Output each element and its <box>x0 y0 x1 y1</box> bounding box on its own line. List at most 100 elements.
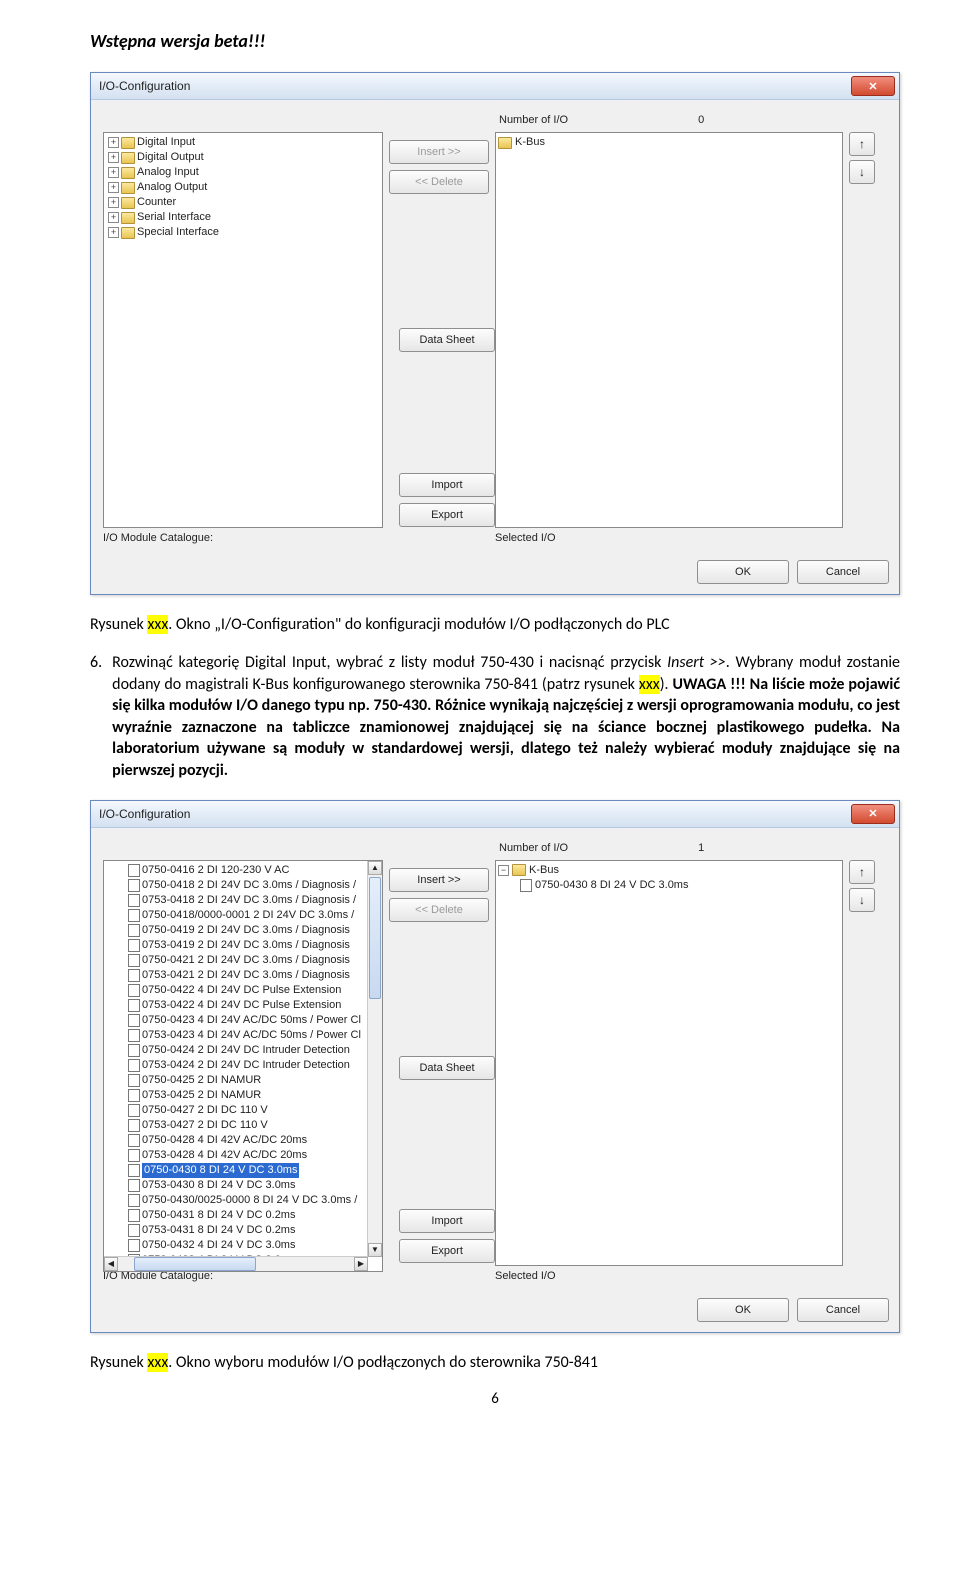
scroll-right-icon[interactable]: ▶ <box>354 1257 368 1271</box>
tree-item-label: 0753-0428 4 DI 42V AC/DC 20ms <box>142 1148 307 1163</box>
sel-tree-item[interactable]: 0750-0430 8 DI 24 V DC 3.0ms <box>498 878 840 893</box>
ok-button[interactable]: OK <box>697 560 789 584</box>
move-up-button[interactable]: ↑ <box>849 860 875 884</box>
tree-item[interactable]: 0750-0418 2 DI 24V DC 3.0ms / Diagnosis … <box>106 878 382 893</box>
tree-item[interactable]: 0750-0430 8 DI 24 V DC 3.0ms <box>106 1163 382 1178</box>
tree-item[interactable]: 0753-0422 4 DI 24V DC Pulse Extension <box>106 998 382 1013</box>
tree-item[interactable]: 0750-0421 2 DI 24V DC 3.0ms / Diagnosis <box>106 953 382 968</box>
sel-tree-item[interactable]: K-Bus <box>498 135 840 150</box>
tree-item[interactable]: 0750-0418/0000-0001 2 DI 24V DC 3.0ms / <box>106 908 382 923</box>
import-button[interactable]: Import <box>399 1209 495 1233</box>
tree-item[interactable]: 0750-0425 2 DI NAMUR <box>106 1073 382 1088</box>
tree-item[interactable]: 0753-0421 2 DI 24V DC 3.0ms / Diagnosis <box>106 968 382 983</box>
cancel-button[interactable]: Cancel <box>797 1298 889 1322</box>
expand-icon[interactable]: + <box>108 152 119 163</box>
expand-icon[interactable]: + <box>108 212 119 223</box>
catalogue-tree[interactable]: 0750-0416 2 DI 120-230 V AC0750-0418 2 D… <box>103 860 383 1272</box>
tree-item-label: 0750-0430/0025-0000 8 DI 24 V DC 3.0ms / <box>142 1193 357 1208</box>
document-icon <box>128 1224 140 1237</box>
folder-icon <box>121 227 135 239</box>
close-button[interactable]: ✕ <box>851 76 895 96</box>
tree-item[interactable]: 0753-0418 2 DI 24V DC 3.0ms / Diagnosis … <box>106 893 382 908</box>
move-down-button[interactable]: ↓ <box>849 160 875 184</box>
tree-item[interactable]: 0750-0424 2 DI 24V DC Intruder Detection <box>106 1043 382 1058</box>
tree-item[interactable]: 0753-0428 4 DI 42V AC/DC 20ms <box>106 1148 382 1163</box>
tree-item[interactable]: +Serial Interface <box>106 210 382 225</box>
tree-item-label: 0750-0423 4 DI 24V AC/DC 50ms / Power Cl <box>142 1013 361 1028</box>
tree-item[interactable]: 0753-0427 2 DI DC 110 V <box>106 1118 382 1133</box>
tree-item[interactable]: 0750-0419 2 DI 24V DC 3.0ms / Diagnosis <box>106 923 382 938</box>
tree-item[interactable]: + Digital Output <box>106 150 382 165</box>
document-icon <box>128 1059 140 1072</box>
tree-item-label: 0750-0425 2 DI NAMUR <box>142 1073 261 1088</box>
close-icon: ✕ <box>868 80 877 93</box>
tree-item[interactable]: 0750-0432 4 DI 24 V DC 3.0ms <box>106 1238 382 1253</box>
scroll-up-icon[interactable]: ▲ <box>368 861 382 875</box>
document-icon <box>128 879 140 892</box>
tree-item-label: 0753-0418 2 DI 24V DC 3.0ms / Diagnosis … <box>142 893 356 908</box>
scroll-thumb[interactable] <box>369 877 381 999</box>
tree-item[interactable]: 0753-0419 2 DI 24V DC 3.0ms / Diagnosis <box>106 938 382 953</box>
expand-icon[interactable]: + <box>108 182 119 193</box>
tree-item[interactable]: +Digital Input <box>106 135 382 150</box>
tree-item[interactable]: 0750-0416 2 DI 120-230 V AC <box>106 863 382 878</box>
tree-item[interactable]: + Analog Input <box>106 165 382 180</box>
tree-item-label: Digital Output <box>137 150 204 165</box>
tree-item[interactable]: 0750-0423 4 DI 24V AC/DC 50ms / Power Cl <box>106 1013 382 1028</box>
tree-item[interactable]: 0750-0422 4 DI 24V DC Pulse Extension <box>106 983 382 998</box>
cancel-button[interactable]: Cancel <box>797 560 889 584</box>
insert-button[interactable]: Insert >> <box>389 140 489 164</box>
tree-item[interactable]: 0753-0431 8 DI 24 V DC 0.2ms <box>106 1223 382 1238</box>
tree-item[interactable]: 0750-0428 4 DI 42V AC/DC 20ms <box>106 1133 382 1148</box>
window-title: I/O-Configuration <box>99 79 190 93</box>
move-down-button[interactable]: ↓ <box>849 888 875 912</box>
close-button[interactable]: ✕ <box>851 804 895 824</box>
tree-item[interactable]: +Analog Output <box>106 180 382 195</box>
scrollbar-horizontal[interactable]: ◀▶ <box>104 1256 368 1271</box>
export-button[interactable]: Export <box>399 503 495 527</box>
tree-item-label: 0750-0430 8 DI 24 V DC 3.0ms <box>535 878 688 893</box>
tree-item[interactable]: 0753-0424 2 DI 24V DC Intruder Detection <box>106 1058 382 1073</box>
titlebar: I/O-Configuration ✕ <box>91 73 899 100</box>
tree-item[interactable]: 0753-0430 8 DI 24 V DC 3.0ms <box>106 1178 382 1193</box>
move-up-button[interactable]: ↑ <box>849 132 875 156</box>
selected-tree[interactable]: K-Bus <box>495 132 843 528</box>
delete-button[interactable]: << Delete <box>389 898 489 922</box>
delete-button[interactable]: << Delete <box>389 170 489 194</box>
expand-icon[interactable]: + <box>108 197 119 208</box>
tree-item-label: 0750-0416 2 DI 120-230 V AC <box>142 863 289 878</box>
tree-item-label: 0753-0423 4 DI 24V AC/DC 50ms / Power Cl <box>142 1028 361 1043</box>
catalogue-tree[interactable]: +Digital Input+Digital Output+Analog Inp… <box>103 132 383 528</box>
datasheet-button[interactable]: Data Sheet <box>399 328 495 352</box>
selected-io-label: Selected I/O <box>495 532 843 544</box>
scroll-down-icon[interactable]: ▼ <box>368 1243 382 1257</box>
export-button[interactable]: Export <box>399 1239 495 1263</box>
beta-header: Wstępna wersja beta!!! <box>90 30 900 52</box>
scroll-thumb[interactable] <box>134 1257 256 1271</box>
tree-item[interactable]: 0753-0423 4 DI 24V AC/DC 50ms / Power Cl <box>106 1028 382 1043</box>
tree-item[interactable]: 0753-0425 2 DI NAMUR <box>106 1088 382 1103</box>
document-icon <box>128 1149 140 1162</box>
import-button[interactable]: Import <box>399 473 495 497</box>
expand-icon[interactable]: + <box>108 167 119 178</box>
insert-button[interactable]: Insert >> <box>389 868 489 892</box>
folder-icon <box>498 137 512 149</box>
tree-item[interactable]: 0750-0430/0025-0000 8 DI 24 V DC 3.0ms / <box>106 1193 382 1208</box>
selected-tree[interactable]: −K-Bus0750-0430 8 DI 24 V DC 3.0ms <box>495 860 843 1266</box>
tree-item-label: 0753-0427 2 DI DC 110 V <box>142 1118 268 1133</box>
datasheet-button[interactable]: Data Sheet <box>399 1056 495 1080</box>
expand-icon[interactable]: + <box>108 137 119 148</box>
scrollbar-vertical[interactable]: ▲▼ <box>367 861 382 1257</box>
scroll-left-icon[interactable]: ◀ <box>104 1257 118 1271</box>
collapse-icon[interactable]: − <box>498 865 509 876</box>
document-icon <box>128 1089 140 1102</box>
tree-item[interactable]: +Counter <box>106 195 382 210</box>
expand-icon[interactable]: + <box>108 227 119 238</box>
tree-item-label: Analog Input <box>137 165 199 180</box>
tree-item[interactable]: 0750-0431 8 DI 24 V DC 0.2ms <box>106 1208 382 1223</box>
tree-item-label: 0750-0427 2 DI DC 110 V <box>142 1103 268 1118</box>
tree-item[interactable]: 0750-0427 2 DI DC 110 V <box>106 1103 382 1118</box>
ok-button[interactable]: OK <box>697 1298 789 1322</box>
tree-item[interactable]: +Special Interface <box>106 225 382 240</box>
sel-tree-root[interactable]: −K-Bus <box>498 863 840 878</box>
